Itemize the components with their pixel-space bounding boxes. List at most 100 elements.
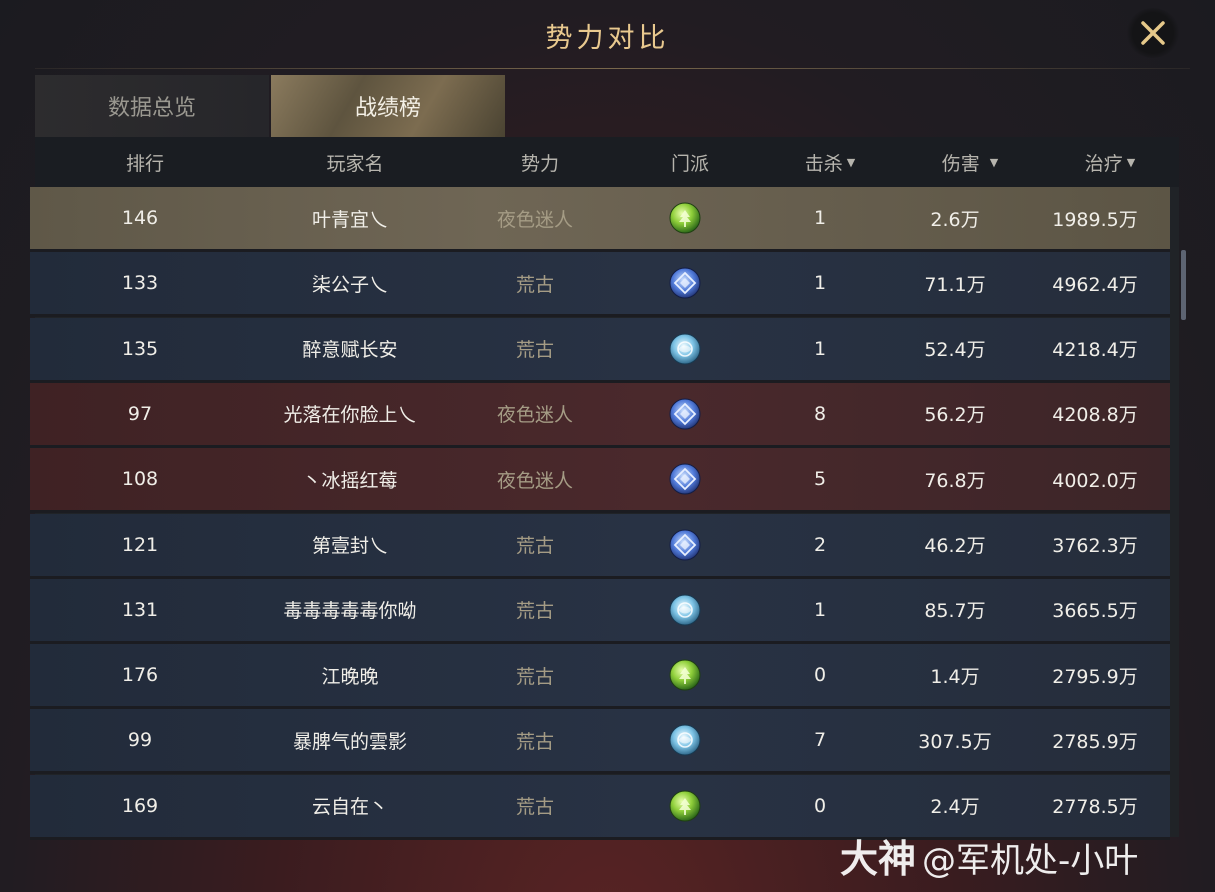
cell-kills: 7 (813, 729, 827, 752)
cell-healing: 4218.4万 (1052, 339, 1138, 362)
cell-kills: 1 (813, 598, 827, 621)
cell-sect (620, 383, 750, 445)
cell-rank: 176 (121, 664, 159, 687)
green-tree-sect-icon (669, 790, 701, 822)
cell-damage: 52.4万 (924, 339, 986, 362)
cell-damage: 71.1万 (924, 273, 986, 296)
cell-sect (620, 709, 750, 771)
cell-damage: 56.2万 (924, 404, 986, 427)
close-icon (1141, 21, 1165, 45)
cell-rank: 131 (121, 598, 159, 621)
cell-rank: 97 (127, 402, 153, 425)
tab-leaderboard[interactable]: 战绩榜 (271, 75, 505, 137)
cell-player-name: 丶冰摇红莓 (302, 469, 398, 492)
header-faction: 势力 (520, 152, 559, 175)
cyan-orb-sect-icon (669, 724, 701, 756)
header-rank[interactable]: 排行 (75, 137, 215, 187)
cell-damage: 85.7万 (924, 600, 986, 623)
table-row[interactable]: 131 毒毒毒毒毒你呦 荒古 1 85.7万 3665.5万 (30, 578, 1170, 644)
table-row[interactable]: 121 第壹封乀 荒古 2 46.2万 3762.3万 (30, 513, 1170, 579)
table-row[interactable]: 146 叶青宜乀 夜色迷人 1 2.6万 1989.5万 (30, 187, 1170, 252)
table-row[interactable]: 99 暴脾气的雲影 荒古 7 307.5万 2785.9万 (30, 709, 1170, 775)
cell-rank: 169 (121, 794, 159, 817)
blue-diamond-sect-icon (669, 267, 701, 299)
blue-diamond-sect-icon (669, 529, 701, 560)
cell-healing: 3762.3万 (1052, 535, 1138, 557)
table-row[interactable]: 133 柒公子乀 荒古 1 71.1万 4962.4万 (30, 252, 1170, 318)
cell-healing: 3665.5万 (1052, 600, 1138, 623)
cell-kills: 2 (813, 533, 827, 556)
cell-kills: 0 (813, 664, 827, 687)
cell-damage: 1.4万 (930, 665, 980, 688)
cell-faction: 夜色迷人 (496, 469, 573, 492)
cell-faction: 荒古 (515, 273, 554, 296)
cell-player-name: 第壹封乀 (311, 535, 388, 557)
green-tree-sect-icon (669, 202, 701, 234)
header-damage[interactable]: 伤害 ▼ (905, 137, 1035, 187)
header-healing[interactable]: 治疗 ▼ (1045, 137, 1175, 187)
scrollbar-thumb[interactable] (1181, 250, 1186, 320)
cell-healing: 4002.0万 (1052, 469, 1138, 492)
cell-faction: 夜色迷人 (496, 404, 573, 427)
title-divider (35, 68, 1190, 69)
header-player: 玩家名 (326, 152, 384, 175)
cell-sect (620, 318, 750, 380)
close-button[interactable] (1126, 8, 1180, 58)
cell-damage: 2.6万 (930, 208, 980, 231)
header-kills[interactable]: 击杀 ▼ (775, 137, 885, 187)
watermark: 大神 @军机处-小叶 (840, 828, 1138, 883)
cyan-orb-sect-icon (669, 333, 701, 365)
cell-sect (620, 514, 750, 576)
cell-kills: 8 (813, 402, 827, 425)
cell-player-name: 光落在你脸上乀 (283, 404, 417, 427)
cell-player-name: 暴脾气的雲影 (292, 730, 407, 753)
blue-diamond-sect-icon (669, 398, 701, 430)
sort-down-icon: ▼ (1126, 155, 1136, 169)
cell-faction: 夜色迷人 (496, 208, 573, 231)
cell-kills: 1 (813, 337, 827, 360)
cell-faction: 荒古 (515, 600, 554, 623)
cell-sect (620, 187, 750, 249)
cell-healing: 2795.9万 (1052, 665, 1138, 688)
cell-sect (620, 644, 750, 706)
table-header: 排行 玩家名 势力 门派 击杀 ▼ 伤害 ▼ 治疗 ▼ (35, 137, 1179, 187)
table-row[interactable]: 176 江晚晚 荒古 0 1.4万 2795.9万 (30, 644, 1170, 710)
dialog-title: 势力对比 (545, 23, 670, 54)
table-row[interactable]: 108 丶冰摇红莓 夜色迷人 5 76.8万 4002.0万 (30, 448, 1170, 514)
table-row[interactable]: 97 光落在你脸上乀 夜色迷人 8 56.2万 4208.8万 (30, 382, 1170, 448)
cell-rank: 99 (127, 729, 153, 752)
cell-kills: 1 (813, 272, 827, 295)
watermark-handle: @军机处-小叶 (922, 841, 1139, 881)
cell-healing: 4962.4万 (1052, 273, 1138, 296)
cell-player-name: 叶青宜乀 (311, 208, 388, 231)
cell-kills: 1 (813, 207, 827, 229)
cell-healing: 2785.9万 (1052, 730, 1138, 753)
cell-rank: 146 (121, 207, 159, 229)
leaderboard-panel: 排行 玩家名 势力 门派 击杀 ▼ 伤害 ▼ 治疗 ▼ 146 叶青宜乀 夜色迷人 1 2.6… (30, 137, 1179, 840)
cell-player-name: 毒毒毒毒毒你呦 (283, 600, 417, 623)
cell-rank: 108 (121, 468, 159, 491)
cell-faction: 荒古 (515, 796, 554, 819)
cell-player-name: 云自在丶 (311, 796, 388, 819)
green-tree-sect-icon (669, 659, 701, 691)
cell-sect (620, 579, 750, 641)
cell-damage: 307.5万 (918, 730, 992, 753)
cell-damage: 76.8万 (924, 469, 986, 492)
watermark-brand: 大神 (840, 837, 917, 881)
cell-healing: 1989.5万 (1052, 208, 1138, 231)
cell-rank: 133 (121, 272, 159, 295)
cell-kills: 5 (813, 468, 827, 491)
sort-down-icon: ▼ (846, 155, 856, 169)
cell-player-name: 江晚晚 (321, 665, 379, 688)
cell-damage: 46.2万 (924, 535, 986, 557)
blue-diamond-sect-icon (669, 463, 701, 495)
cell-faction: 荒古 (515, 339, 554, 362)
cell-rank: 121 (121, 533, 159, 556)
table-row[interactable]: 135 醉意赋长安 荒古 1 52.4万 4218.4万 (30, 317, 1170, 383)
cell-sect (620, 775, 750, 837)
cell-sect (620, 252, 750, 314)
cell-sect (620, 448, 750, 510)
sort-down-icon: ▼ (989, 155, 999, 169)
tab-data-overview[interactable]: 数据总览 (35, 75, 269, 137)
cell-faction: 荒古 (515, 535, 554, 557)
